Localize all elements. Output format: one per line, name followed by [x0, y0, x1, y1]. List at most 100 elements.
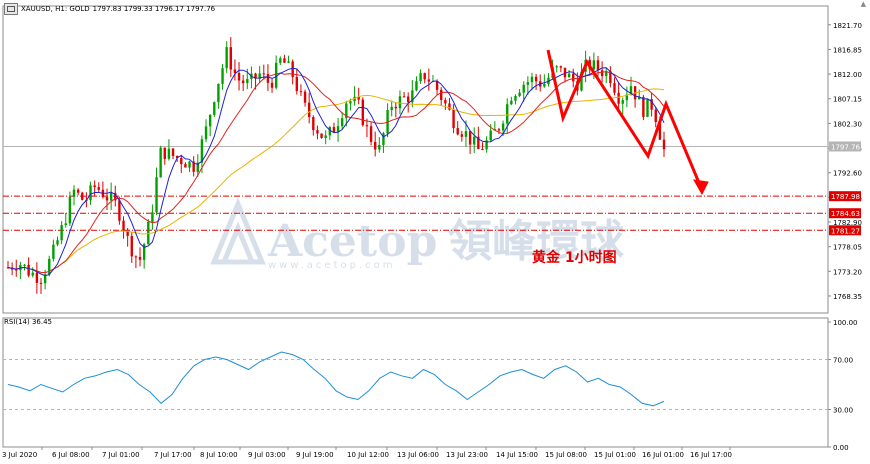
candle-body: [559, 66, 563, 68]
candle-body: [237, 72, 241, 81]
candle-body: [332, 127, 336, 133]
rsi-label: RSI(14) 36.45: [4, 318, 53, 326]
candle-body: [373, 141, 377, 150]
candle-body: [27, 264, 30, 276]
rsi-tick-label: 30.00: [833, 407, 853, 415]
candle-body: [64, 223, 67, 226]
candle-body: [534, 76, 538, 82]
y-tick-label: 1792.60: [833, 170, 862, 178]
y-tick-label: 1807.15: [833, 96, 862, 104]
candle-body: [180, 158, 183, 165]
scroll-up-icon[interactable]: ▲: [861, 0, 866, 8]
candle-body: [31, 272, 34, 276]
candle-body: [407, 96, 410, 103]
candle-body: [662, 139, 666, 150]
candle-body: [109, 192, 113, 201]
candle-body: [241, 80, 245, 84]
candle-body: [555, 66, 558, 68]
candle-body: [312, 117, 315, 131]
candle-body: [225, 47, 228, 69]
window-icon[interactable]: [4, 3, 18, 15]
candle-body: [596, 60, 600, 71]
candle-body: [530, 76, 534, 83]
candle-body: [262, 73, 265, 75]
candle-body: [324, 135, 327, 139]
candle-body: [279, 58, 282, 63]
y-tick-label: 1816.85: [833, 46, 862, 54]
candle-body: [184, 164, 187, 168]
candle-body: [518, 92, 521, 96]
x-tick-label: 8 Jul 10:00: [200, 451, 238, 459]
pattern-annotation-line: [546, 49, 704, 191]
candle-body: [130, 235, 133, 257]
candle-body: [221, 68, 224, 84]
x-tick-label: 14 Jul 15:00: [496, 451, 538, 459]
candle-body: [56, 240, 59, 245]
candle-body: [15, 269, 18, 271]
symbol-label: XAUUSD, H1: GOLD: [21, 5, 90, 13]
candle-body: [213, 102, 216, 115]
candle-body: [151, 212, 154, 222]
candle-body: [287, 61, 290, 63]
candle-body: [526, 82, 530, 85]
candle-body: [105, 197, 109, 201]
candle-body: [423, 73, 426, 80]
candle-body: [460, 134, 464, 137]
y-tick-label: 1821.70: [833, 22, 862, 30]
level-tag-label: 1781.27: [831, 227, 860, 235]
candle-body: [163, 147, 166, 159]
rsi-line: [7, 351, 665, 407]
rsi-tick-label: 70.00: [833, 357, 853, 365]
candle-body: [617, 92, 620, 104]
candle-body: [295, 77, 299, 92]
candle-body: [52, 244, 55, 259]
candle-body: [246, 79, 249, 84]
candle-body: [340, 118, 344, 127]
candle-body: [506, 104, 509, 124]
y-tick-label: 1802.30: [833, 120, 862, 128]
chart-canvas: Acetop 領峰環球www.acetop.com1768.351773.2017…: [2, 5, 862, 459]
candle-body: [266, 74, 270, 83]
candle-body: [138, 256, 142, 260]
watermark-url: www.acetop.com: [268, 260, 396, 271]
candle-body: [291, 61, 294, 78]
candle-body: [76, 189, 80, 193]
candle-body: [510, 100, 513, 105]
candle-body: [522, 84, 525, 93]
candle-body: [316, 130, 319, 134]
candle-body: [89, 185, 92, 201]
watermark-logo-icon: [210, 197, 266, 265]
candle-body: [23, 264, 26, 266]
candle-body: [188, 161, 191, 168]
x-tick-label: 6 Jul 08:00: [52, 451, 90, 459]
candle-body: [567, 73, 571, 78]
x-tick-label: 10 Jul 12:00: [347, 451, 389, 459]
candle-body: [307, 102, 311, 118]
candle-body: [229, 47, 232, 70]
candle-body: [452, 109, 455, 129]
candle-body: [122, 220, 125, 232]
candle-body: [159, 147, 162, 178]
candle-body: [473, 136, 476, 145]
candle-body: [68, 196, 72, 224]
y-tick-label: 1773.20: [833, 268, 862, 276]
current-price-label: 1797.76: [831, 143, 860, 151]
x-tick-label: 3 Jul 2020: [2, 451, 37, 459]
x-tick-label: 13 Jul 23:00: [446, 451, 488, 459]
candle-body: [642, 96, 645, 117]
candle-body: [93, 185, 96, 188]
level-tag-label: 1787.98: [831, 193, 860, 201]
candle-body: [402, 96, 406, 98]
candle-body: [621, 100, 624, 104]
x-tick-label: 9 Jul 03:00: [248, 451, 286, 459]
chart-header: XAUUSD, H1: GOLD 1797.83 1799.33 1796.17…: [4, 2, 215, 16]
candle-body: [514, 95, 517, 101]
candle-body: [456, 128, 459, 135]
candle-body: [217, 83, 220, 103]
candle-body: [283, 58, 286, 63]
candle-body: [97, 187, 100, 190]
candle-body: [501, 123, 505, 131]
candle-body: [390, 106, 393, 111]
candle-body: [233, 69, 237, 73]
candle-body: [654, 109, 657, 123]
